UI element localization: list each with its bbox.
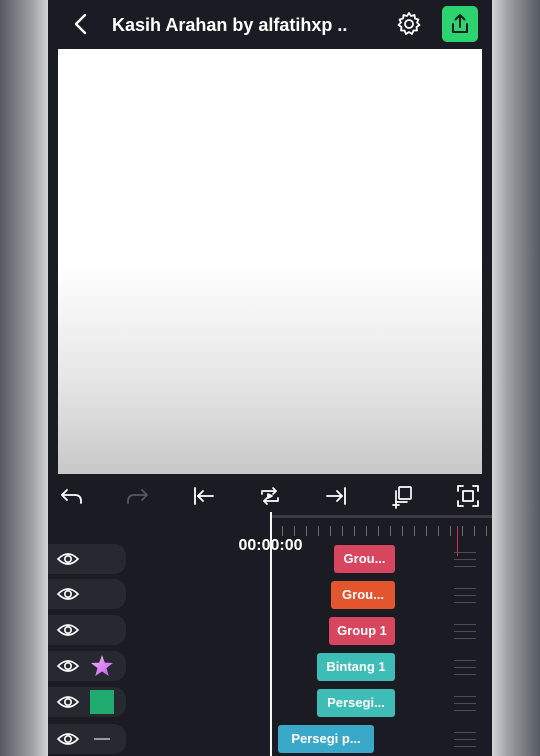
line-icon (94, 738, 110, 740)
app-window: Kasih Arahan by alfatihxp .. 00:00:00 Gr… (48, 0, 492, 756)
layer-row-2[interactable] (48, 579, 126, 609)
clip-layer-2[interactable]: Grou... (331, 581, 395, 609)
editor-toolbar (48, 478, 492, 514)
chevron-left-icon (74, 13, 87, 35)
clip-layer-6[interactable]: Persegi p... (278, 725, 374, 753)
jump-to-start-button[interactable] (190, 482, 218, 510)
clip-layer-3[interactable]: Group 1 (329, 617, 395, 645)
layer-row-4[interactable] (48, 651, 126, 681)
timecode: 00:00:00 (238, 537, 303, 554)
clip-layer-1[interactable]: Grou... (334, 545, 395, 573)
gear-icon (397, 12, 421, 35)
project-title: Kasih Arahan by alfatihxp .. (112, 15, 348, 35)
eye-icon[interactable] (56, 551, 80, 567)
duplicate-button[interactable] (388, 482, 416, 510)
clip-label: Grou... (343, 551, 386, 566)
loop-icon (261, 487, 279, 505)
duplicate-add-icon (392, 486, 412, 509)
reorder-handle[interactable] (454, 552, 476, 574)
jump-to-end-button[interactable] (322, 482, 350, 510)
clip-layer-4[interactable]: Bintang 1 (317, 653, 395, 681)
eye-icon[interactable] (56, 658, 80, 674)
clip-label: Group 1 (337, 623, 387, 638)
clip-label: Grou... (342, 587, 384, 602)
rectangle-thumbnail (90, 690, 114, 714)
loop-button[interactable] (256, 482, 284, 510)
fit-screen-icon (457, 485, 479, 507)
redo-icon (127, 489, 148, 504)
layer-row-5[interactable] (48, 687, 126, 717)
settings-button[interactable] (395, 10, 423, 38)
layer-row-6[interactable] (48, 724, 126, 754)
clip-layer-5[interactable]: Persegi... (317, 689, 395, 717)
eye-icon[interactable] (56, 586, 80, 602)
fit-screen-button[interactable] (454, 482, 482, 510)
reorder-handle[interactable] (454, 624, 476, 646)
jump-to-start-icon (194, 487, 214, 505)
redo-button[interactable] (123, 482, 151, 510)
clip-label: Persegi... (327, 695, 385, 710)
layer-row-3[interactable] (48, 615, 126, 645)
clip-label: Bintang 1 (326, 659, 386, 674)
undo-icon (61, 489, 82, 504)
undo-button[interactable] (58, 482, 86, 510)
reorder-handle[interactable] (454, 588, 476, 610)
reorder-handle[interactable] (454, 732, 476, 754)
reorder-handle[interactable] (454, 660, 476, 682)
reorder-handle[interactable] (454, 696, 476, 718)
eye-icon[interactable] (56, 694, 80, 710)
top-bar: Kasih Arahan by alfatihxp .. (48, 0, 492, 48)
eye-icon[interactable] (56, 731, 80, 747)
clip-label: Persegi p... (291, 731, 361, 746)
back-button[interactable] (68, 10, 96, 38)
star-icon (91, 655, 113, 676)
export-button[interactable] (442, 6, 478, 42)
layer-row-1[interactable] (48, 544, 126, 574)
share-upload-icon (452, 14, 468, 33)
eye-icon[interactable] (56, 622, 80, 638)
jump-to-end-icon (326, 487, 346, 505)
canvas-preview[interactable] (58, 49, 482, 474)
